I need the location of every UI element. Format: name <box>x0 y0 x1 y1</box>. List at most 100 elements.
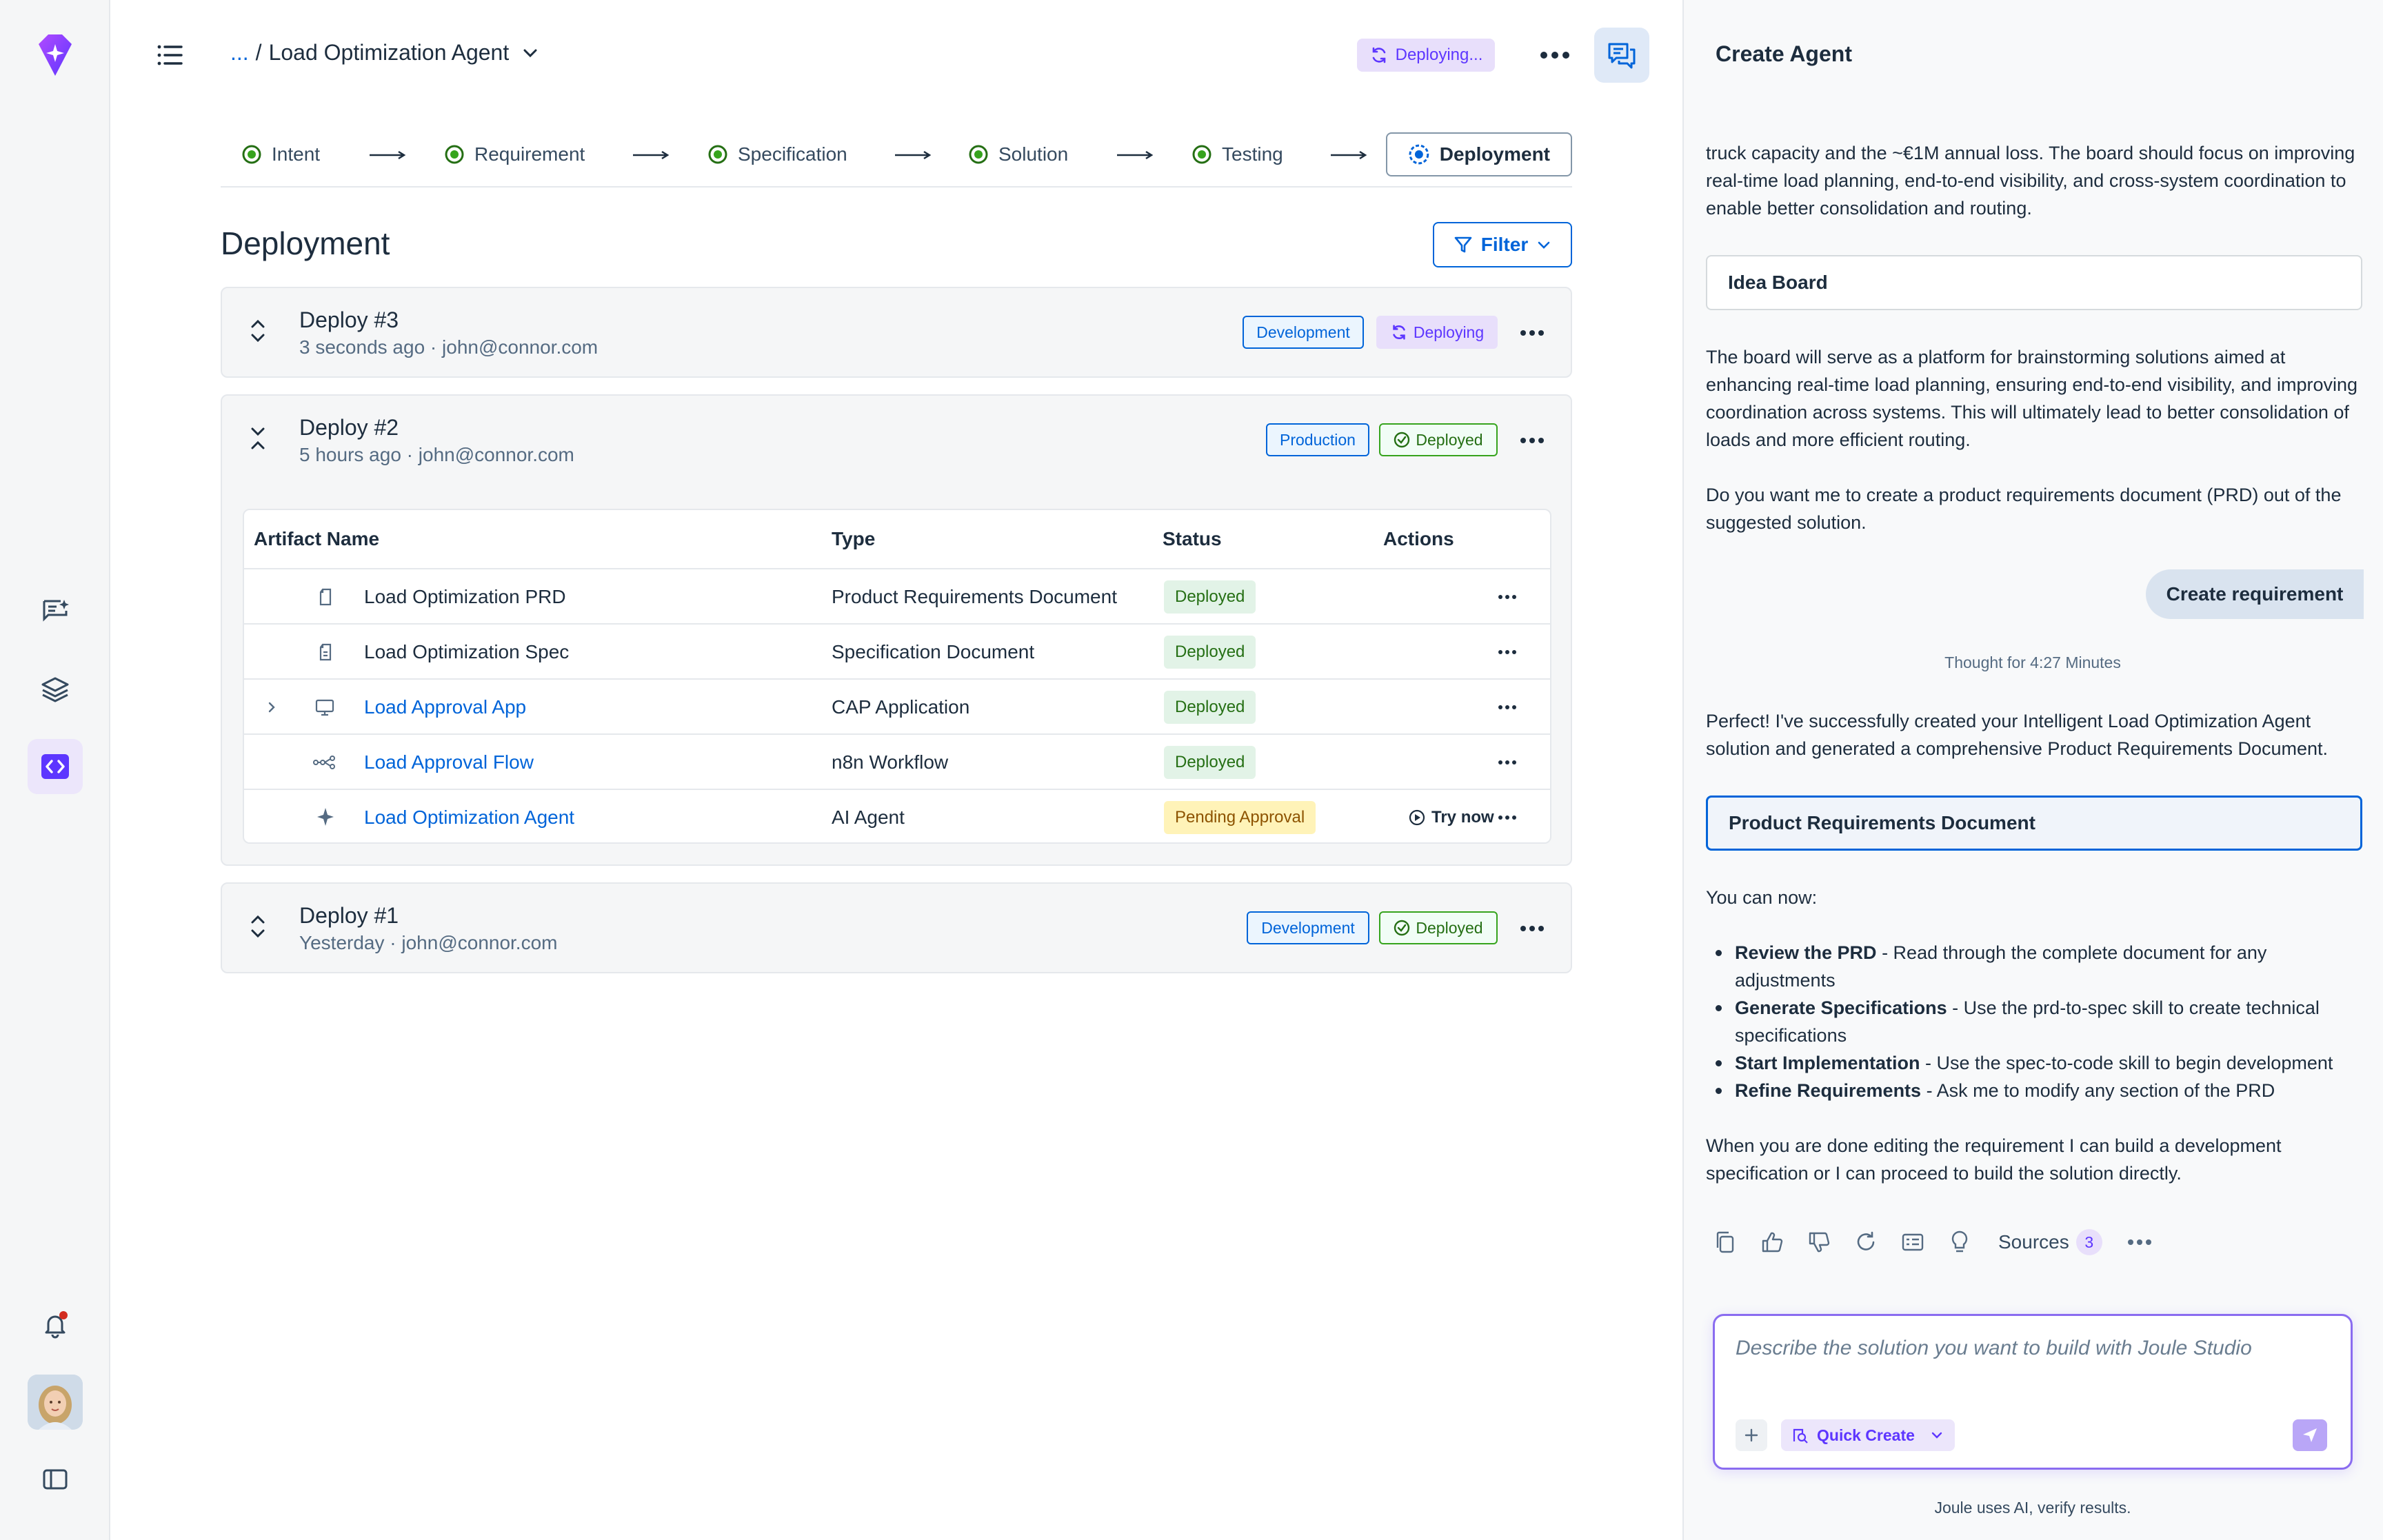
more-options-icon[interactable] <box>1494 756 1521 769</box>
joule-logo-icon[interactable] <box>29 29 81 81</box>
step-label: Solution <box>998 143 1069 165</box>
avatar[interactable] <box>28 1375 83 1430</box>
more-options-icon[interactable] <box>1494 645 1521 659</box>
table-row[interactable]: Load Optimization PRD Product Requiremen… <box>244 568 1550 623</box>
artifact-type: Product Requirements Document <box>832 586 1117 607</box>
create-agent-panel: Create Agent truck capacity and the ~€1M… <box>1682 0 2383 1540</box>
artifact-type: CAP Application <box>832 696 970 718</box>
monitor-icon <box>315 699 334 716</box>
step-specification[interactable]: Specification <box>707 132 847 176</box>
table-row[interactable]: Load Optimization Spec Specification Doc… <box>244 623 1550 678</box>
step-deployment[interactable]: Deployment <box>1386 132 1572 176</box>
step-label: Deployment <box>1439 143 1550 165</box>
more-options-icon[interactable] <box>1511 323 1553 343</box>
document-icon <box>319 588 332 606</box>
more-options-icon[interactable] <box>1531 41 1579 69</box>
thought-duration[interactable]: Thought for 4:27 Minutes <box>1684 654 2382 672</box>
breadcrumb-overflow-link[interactable]: ... <box>230 40 249 65</box>
step-done-icon <box>969 145 988 164</box>
list-item: Start Implementation - Use the spec-to-c… <box>1706 1049 2368 1077</box>
refresh-icon <box>1372 47 1385 63</box>
sources-button[interactable]: Sources 3 <box>1998 1229 2102 1255</box>
prd-document-card[interactable]: Product Requirements Document <box>1706 796 2362 851</box>
add-attachment-button[interactable] <box>1736 1419 1767 1451</box>
artifact-table: Artifact Name Type Status Actions Load O… <box>243 509 1551 844</box>
artifact-name-link[interactable]: Load Approval App <box>364 680 526 735</box>
quick-create-button[interactable]: Quick Create <box>1781 1419 1955 1451</box>
lightbulb-icon[interactable] <box>1946 1228 1973 1256</box>
plus-icon <box>1744 1428 1758 1442</box>
artifact-type: Specification Document <box>832 641 1035 662</box>
arrow-right-icon <box>895 150 932 160</box>
prompt-input[interactable] <box>1736 1331 2329 1366</box>
play-circle-icon <box>1409 809 1425 826</box>
more-options-icon[interactable] <box>1494 590 1521 604</box>
idea-board-card[interactable]: Idea Board <box>1706 255 2362 310</box>
more-options-icon[interactable] <box>2126 1228 2153 1256</box>
card-view-icon[interactable] <box>1899 1228 1927 1256</box>
status-badge: Deployed <box>1379 423 1498 456</box>
quick-create-icon <box>1793 1428 1808 1443</box>
step-intent[interactable]: Intent <box>241 132 320 176</box>
step-done-icon <box>242 145 261 164</box>
expand-icon[interactable] <box>247 913 269 940</box>
sidebar-toggle-icon[interactable] <box>28 1452 83 1507</box>
table-row[interactable]: Load Optimization Agent AI Agent Pending… <box>244 789 1550 844</box>
filter-label: Filter <box>1480 234 1529 255</box>
deploy-title: Deploy #1 <box>299 903 399 928</box>
chat-message-text: When you are done editing the requiremen… <box>1706 1135 2282 1184</box>
code-editor-icon[interactable] <box>28 739 83 794</box>
step-label: Specification <box>738 143 847 165</box>
layers-icon[interactable] <box>28 662 83 717</box>
thumbs-up-icon[interactable] <box>1758 1228 1786 1256</box>
send-button[interactable] <box>2293 1419 2327 1451</box>
check-circle-icon <box>1394 432 1410 448</box>
chevron-down-icon[interactable] <box>521 46 539 60</box>
collapse-icon[interactable] <box>247 425 269 452</box>
thumbs-down-icon[interactable] <box>1805 1228 1833 1256</box>
list-item: Review the PRD - Read through the comple… <box>1706 939 2368 994</box>
copy-icon[interactable] <box>1711 1228 1739 1256</box>
regenerate-icon[interactable] <box>1852 1228 1880 1256</box>
environment-tag: Production <box>1266 423 1369 456</box>
status-badge: Deployed <box>1164 580 1256 614</box>
status-badge: Deployed <box>1164 691 1256 724</box>
more-options-icon[interactable] <box>1494 700 1521 714</box>
outline-list-icon[interactable] <box>154 40 185 70</box>
artifact-type: n8n Workflow <box>832 751 949 773</box>
notification-bell-icon[interactable] <box>28 1297 83 1352</box>
more-options-icon[interactable] <box>1511 918 1553 939</box>
column-header: Artifact Name <box>254 528 380 549</box>
artifact-name-link[interactable]: Load Approval Flow <box>364 735 534 790</box>
expand-icon[interactable] <box>247 317 269 345</box>
more-options-icon[interactable] <box>1511 430 1553 451</box>
artifact-name: Load Optimization Spec <box>364 641 570 662</box>
table-row[interactable]: Load Approval Flow n8n Workflow Deployed <box>244 733 1550 789</box>
deploy-subtitle: Yesterday · john@connor.com <box>299 932 558 953</box>
column-header: Status <box>1163 528 1222 549</box>
options-list: Review the PRD - Read through the comple… <box>1706 939 2368 1104</box>
column-header: Actions <box>1383 528 1454 549</box>
step-solution[interactable]: Solution <box>968 132 1068 176</box>
arrow-right-icon <box>370 150 406 160</box>
environment-tag: Development <box>1243 316 1364 349</box>
deploying-status-pill: Deploying... <box>1357 39 1495 72</box>
message-actions: Sources 3 <box>1711 1227 2153 1257</box>
filter-button[interactable]: Filter <box>1433 222 1572 267</box>
list-item: Refine Requirements - Ask me to modify a… <box>1706 1077 2368 1104</box>
table-row[interactable]: Load Approval App CAP Application Deploy… <box>244 678 1550 733</box>
status-badge: Deployed <box>1164 636 1256 669</box>
sparkle-icon <box>317 808 334 826</box>
send-icon <box>2303 1428 2317 1442</box>
try-now-button[interactable]: Try now <box>1408 790 1494 845</box>
filter-icon <box>1454 236 1472 253</box>
chevron-right-icon[interactable] <box>265 700 279 714</box>
joule-chat-icon[interactable] <box>28 585 83 640</box>
deploy-card: Deploy #3 3 seconds ago · john@connor.co… <box>221 287 1572 378</box>
artifact-name-link[interactable]: Load Optimization Agent <box>364 790 574 845</box>
arrow-right-icon <box>1331 150 1367 160</box>
step-requirement[interactable]: Requirement <box>444 132 585 176</box>
chat-panel-toggle-icon[interactable] <box>1594 28 1649 83</box>
step-testing[interactable]: Testing <box>1192 132 1283 176</box>
more-options-icon[interactable] <box>1494 811 1521 824</box>
